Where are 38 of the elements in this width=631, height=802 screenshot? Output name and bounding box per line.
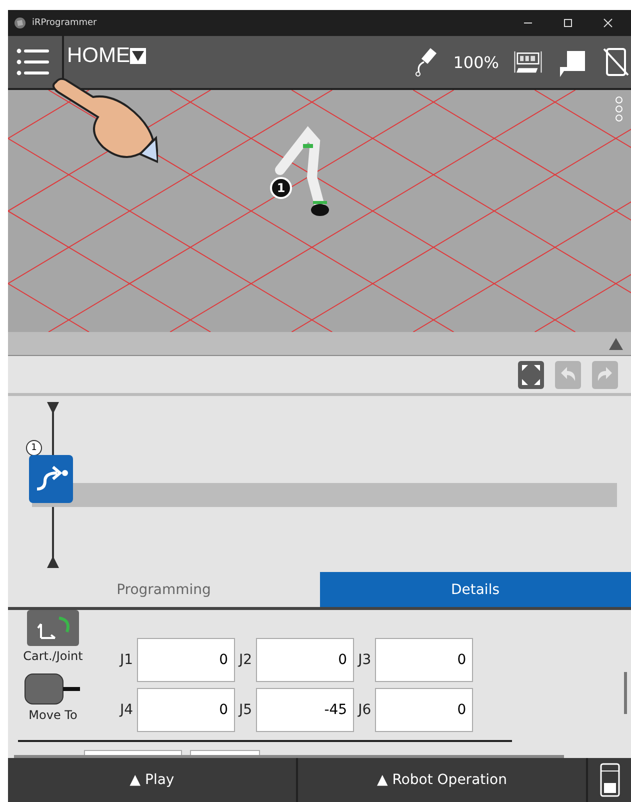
joint-value-field[interactable]: 0	[137, 688, 236, 732]
home-menu[interactable]: HOME	[67, 44, 130, 68]
cart-joint-toggle-icon[interactable]	[27, 610, 79, 646]
collapse-icon[interactable]	[609, 338, 623, 350]
input-field[interactable]	[84, 750, 182, 755]
3d-viewport[interactable]: 1	[8, 90, 631, 332]
controller-icon[interactable]	[600, 763, 620, 797]
window-title: iRProgrammer	[32, 18, 97, 28]
move-to-label: Move To	[28, 708, 78, 722]
joint-value-field[interactable]: 0	[375, 688, 474, 732]
joint-label: J4	[120, 702, 134, 718]
maximize-icon[interactable]	[563, 18, 573, 28]
fit-view-icon[interactable]	[518, 360, 544, 388]
position-marker: 1	[270, 177, 292, 199]
menu-icon[interactable]	[16, 47, 50, 77]
splitter-handle[interactable]	[8, 332, 631, 356]
joint-label: J2	[239, 652, 252, 668]
joint-label: J6	[358, 702, 372, 718]
joint-value-field[interactable]: -45	[256, 688, 354, 732]
move-instruction-icon[interactable]	[29, 455, 73, 503]
dropdown-icon[interactable]	[130, 48, 146, 64]
tab[interactable]: Programming	[8, 572, 320, 607]
joint-value-field[interactable]: 0	[256, 638, 354, 682]
app-icon	[14, 17, 26, 29]
tab[interactable]: Details	[320, 572, 631, 607]
joint-label: J1	[120, 652, 134, 668]
scrollbar[interactable]	[14, 755, 564, 758]
joint-label: J5	[239, 702, 252, 718]
cart-joint-label: Cart./Joint	[23, 649, 83, 663]
joint-value-field[interactable]: 0	[375, 638, 474, 682]
node-number: 1	[26, 440, 42, 456]
speed-override[interactable]: 100%	[453, 52, 499, 72]
move-to-button-icon[interactable]	[24, 673, 82, 705]
scrollbar[interactable]	[624, 672, 627, 714]
close-icon[interactable]	[603, 18, 613, 28]
input-field[interactable]	[190, 750, 260, 755]
joint-label: J3	[358, 652, 372, 668]
joint-value-field[interactable]: 0	[137, 638, 236, 682]
